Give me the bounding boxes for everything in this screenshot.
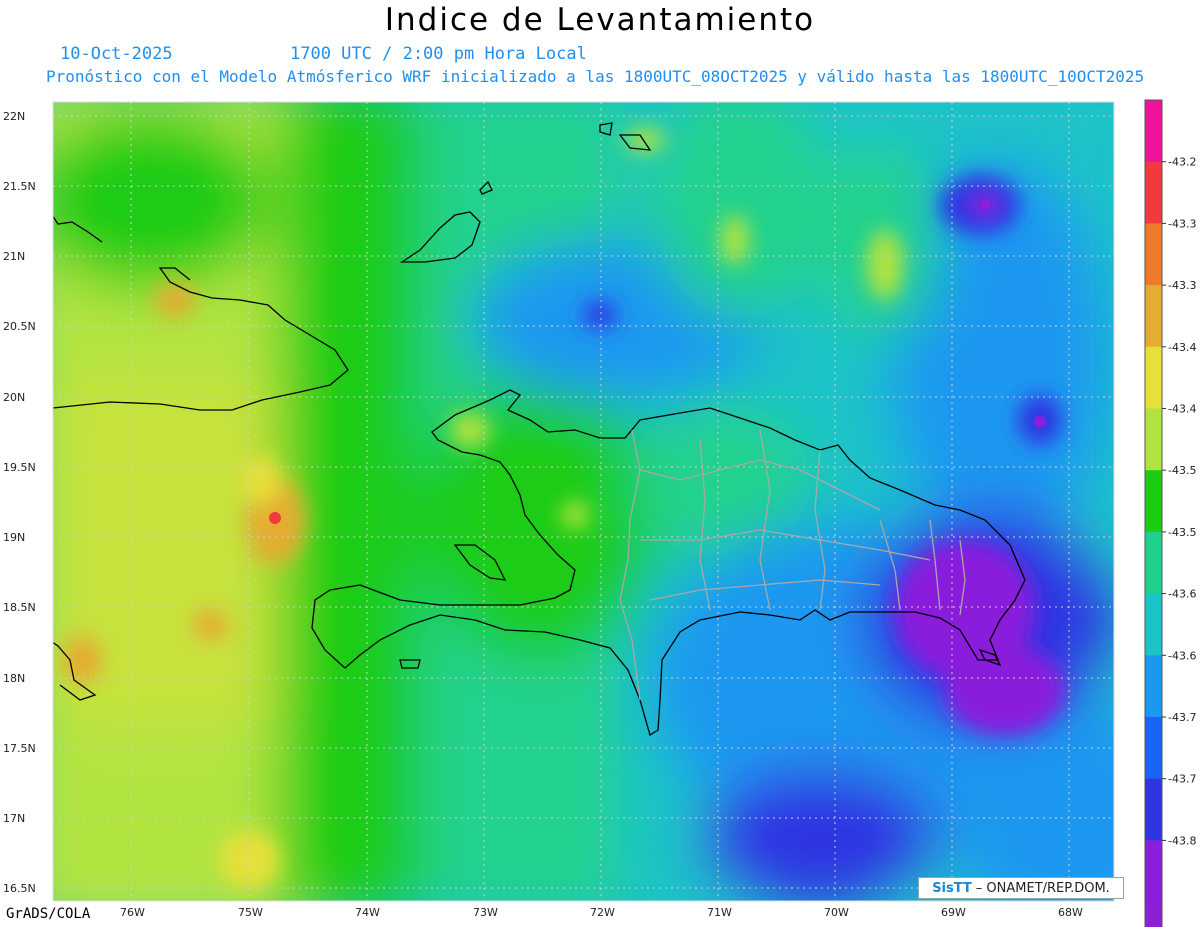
y-tick-label: 17.5N (3, 742, 36, 755)
colorbar-label: -43.8 (1168, 834, 1196, 847)
colorbar-swatch (1145, 408, 1162, 471)
software-credit: GrADS/COLA (6, 906, 91, 922)
y-tick-label: 20.5N (3, 320, 36, 333)
colorbar-swatch (1145, 161, 1162, 224)
colorbar: -43.2 -43.3 -43.3 -43.4 -43.4 -43.5 -43.5 -43.6… (1144, 99, 1196, 927)
y-tick-label: 21N (3, 250, 25, 263)
lifted-index-field (53, 102, 1114, 901)
credit-text: – ONAMET/REP.DOM. (975, 880, 1110, 896)
colorbar-swatch (1145, 840, 1162, 903)
forecast-map: 22N 21.5N 21N 20.5N 20N 19.5N 19N 18.5N … (3, 99, 1196, 927)
colorbar-label: -43.4 (1168, 403, 1196, 416)
onamet-credit-box: SisTT – ONAMET/REP.DOM. (918, 877, 1124, 899)
y-tick-label: 19N (3, 531, 25, 544)
colorbar-label: -43.4 (1168, 341, 1196, 354)
x-tick-label: 70W (824, 906, 849, 919)
colorbar-swatch (1145, 100, 1162, 163)
x-tick-label: 74W (355, 906, 380, 919)
colorbar-label: -43.2 (1168, 156, 1196, 169)
model-info: Pronóstico con el Modelo Atmósferico WRF… (46, 67, 1145, 86)
y-tick-label: 18.5N (3, 601, 36, 614)
y-tick-label: 17N (3, 812, 25, 825)
x-tick-label: 75W (238, 906, 263, 919)
colorbar-label: -43.7 (1168, 773, 1196, 786)
y-tick-label: 19.5N (3, 461, 36, 474)
colorbar-label: -43.7 (1168, 711, 1196, 724)
colorbar-label: -43.3 (1168, 279, 1196, 292)
x-axis: 76W 75W 74W 73W 72W 71W 70W 69W 68W (120, 906, 1083, 919)
colorbar-swatch (1145, 593, 1162, 656)
x-tick-label: 69W (941, 906, 966, 919)
colorbar-label: -43.5 (1168, 526, 1196, 539)
colorbar-swatch (1145, 223, 1162, 286)
x-tick-label: 73W (473, 906, 498, 919)
colorbar-swatch (1145, 778, 1162, 841)
y-tick-label: 20N (3, 391, 25, 404)
x-tick-label: 76W (120, 906, 145, 919)
colorbar-label: -43.6 (1168, 649, 1196, 662)
x-tick-label: 71W (707, 906, 732, 919)
sistt-logo: SisTT (932, 880, 972, 896)
forecast-time: 1700 UTC / 2:00 pm Hora Local (290, 44, 587, 64)
colorbar-swatch (1145, 531, 1162, 595)
colorbar-swatch (1145, 717, 1162, 780)
forecast-date: 10-Oct-2025 (60, 44, 173, 64)
colorbar-label: -43.6 (1168, 588, 1196, 601)
y-tick-label: 22N (3, 110, 25, 123)
colorbar-swatch (1145, 902, 1162, 927)
x-tick-label: 72W (590, 906, 615, 919)
colorbar-swatch (1145, 655, 1162, 718)
colorbar-label: -43.3 (1168, 217, 1196, 230)
y-tick-label: 21.5N (3, 180, 36, 193)
y-tick-label: 18N (3, 672, 25, 685)
colorbar-swatch (1145, 470, 1162, 533)
map-title: Indice de Levantamiento (384, 2, 816, 38)
colorbar-swatch (1145, 346, 1162, 409)
y-tick-label: 16.5N (3, 882, 36, 895)
x-tick-label: 68W (1058, 906, 1083, 919)
colorbar-label: -43.5 (1168, 464, 1196, 477)
y-axis: 22N 21.5N 21N 20.5N 20N 19.5N 19N 18.5N … (3, 110, 36, 895)
colorbar-swatch (1145, 285, 1162, 348)
